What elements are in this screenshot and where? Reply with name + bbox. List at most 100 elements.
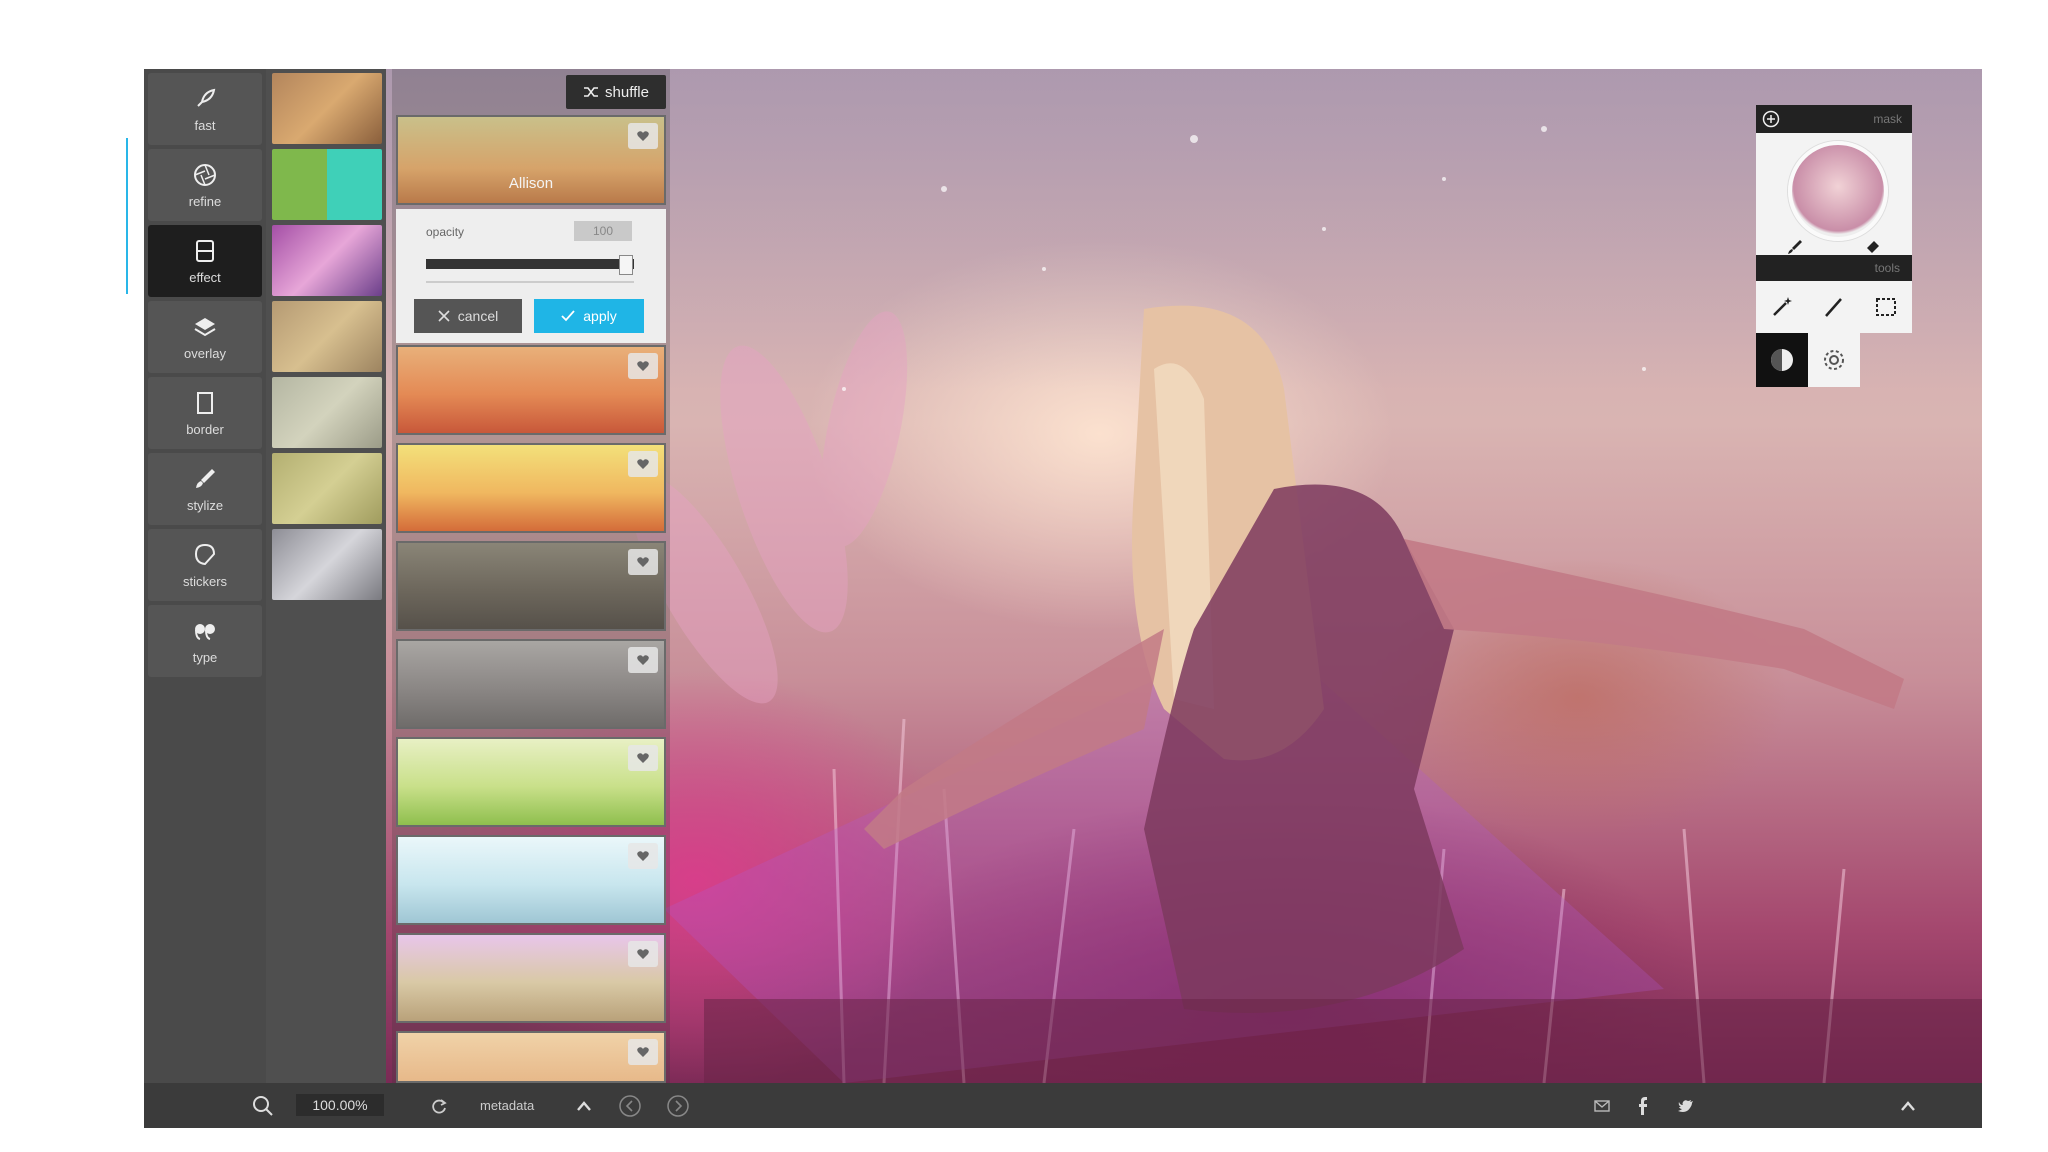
apply-button[interactable]: apply: [534, 299, 644, 333]
search-icon: [253, 1095, 273, 1116]
chevron-left-circle-icon: [619, 1094, 641, 1117]
zoom-level[interactable]: 100.00%: [296, 1094, 384, 1116]
heart-icon: [637, 753, 649, 763]
divider: [426, 281, 634, 283]
overlay-thumbnail[interactable]: [272, 73, 382, 144]
brush-icon[interactable]: [1787, 239, 1803, 255]
rail-item-overlay[interactable]: overlay: [148, 301, 262, 373]
rail-label: refine: [188, 193, 222, 209]
mask-preview[interactable]: [1788, 141, 1888, 241]
filter-settings-panel: opacity 100 cancel apply: [396, 209, 666, 343]
overlay-thumbnail-column: [266, 69, 386, 1083]
opacity-slider-track[interactable]: [426, 259, 634, 269]
mask-settings-button[interactable]: [1808, 333, 1860, 387]
rail-item-stylize[interactable]: stylize: [148, 453, 262, 525]
metadata-label[interactable]: metadata: [480, 1083, 534, 1128]
rocket-icon: [197, 88, 216, 107]
cancel-label: cancel: [457, 308, 499, 324]
rail-label: stickers: [182, 573, 228, 589]
favorite-button[interactable]: [628, 941, 658, 967]
overlay-thumbnail[interactable]: [272, 529, 382, 600]
rail-item-effect[interactable]: effect: [148, 225, 262, 297]
tools-header: tools: [1756, 255, 1912, 281]
mask-preview-area: [1756, 133, 1912, 255]
frame-icon: [197, 391, 213, 414]
email-share-button[interactable]: [1594, 1083, 1610, 1128]
favorite-button[interactable]: [628, 843, 658, 869]
zoom-button[interactable]: [252, 1083, 274, 1128]
tools-row: [1756, 281, 1912, 333]
heart-icon: [637, 949, 649, 959]
sticker-icon: [194, 543, 216, 565]
filter-tile[interactable]: [396, 443, 666, 533]
rail-item-border[interactable]: border: [148, 377, 262, 449]
favorite-button[interactable]: [628, 549, 658, 575]
tools-row-2: [1756, 333, 1912, 387]
overlay-thumbnail[interactable]: [272, 149, 382, 220]
overlay-thumbnail[interactable]: [272, 225, 382, 296]
filter-tile[interactable]: [396, 541, 666, 631]
mask-tool-row: [1756, 237, 1912, 257]
heart-icon: [637, 131, 649, 141]
accent-line: [126, 138, 128, 294]
rail-item-type[interactable]: type: [148, 605, 262, 677]
expand-panel-button[interactable]: [1900, 1083, 1916, 1128]
rotate-icon: [432, 1098, 447, 1113]
pen-icon[interactable]: [1822, 295, 1846, 319]
rotate-button[interactable]: [430, 1083, 448, 1128]
bottom-toolbar: 100.00% metadata: [144, 1083, 1982, 1128]
close-icon: [438, 310, 450, 322]
filter-tile[interactable]: [396, 1031, 666, 1083]
next-button[interactable]: [666, 1083, 690, 1128]
eraser-icon[interactable]: [1865, 239, 1881, 255]
heart-icon: [637, 851, 649, 861]
rail-label: type: [192, 649, 218, 665]
overlay-thumbnail[interactable]: [272, 301, 382, 372]
shuffle-button[interactable]: shuffle: [566, 75, 666, 109]
filter-tile[interactable]: [396, 639, 666, 729]
twitter-icon: [1678, 1099, 1693, 1112]
heart-icon: [637, 1047, 649, 1057]
photo-editor-window: fast refine effect overlay border styliz…: [144, 69, 1982, 1128]
chevron-up-icon: [1901, 1100, 1915, 1111]
favorite-button[interactable]: [628, 451, 658, 477]
layers-icon: [194, 317, 216, 336]
favorite-button[interactable]: [628, 123, 658, 149]
favorite-button[interactable]: [628, 353, 658, 379]
chevron-up-icon: [577, 1100, 591, 1111]
filter-tile[interactable]: [396, 345, 666, 435]
apply-label: apply: [583, 308, 617, 324]
facebook-share-button[interactable]: [1638, 1083, 1648, 1128]
rail-item-refine[interactable]: refine: [148, 149, 262, 221]
metadata-expand-button[interactable]: [576, 1083, 592, 1128]
favorite-button[interactable]: [628, 1039, 658, 1065]
quote-icon: [195, 623, 215, 640]
filter-tile-selected[interactable]: Allison: [396, 115, 666, 205]
selection-icon[interactable]: [1874, 295, 1898, 319]
check-icon: [561, 310, 575, 322]
overlay-thumbnail[interactable]: [272, 453, 382, 524]
gear-icon: [1824, 350, 1844, 370]
favorite-button[interactable]: [628, 647, 658, 673]
previous-button[interactable]: [618, 1083, 642, 1128]
filter-tile[interactable]: [396, 737, 666, 827]
filter-tile[interactable]: [396, 933, 666, 1023]
invert-button[interactable]: [1756, 333, 1808, 387]
cancel-button[interactable]: cancel: [414, 299, 522, 333]
opacity-label: opacity: [426, 225, 465, 239]
opacity-value[interactable]: 100: [574, 221, 632, 241]
rail-item-fast[interactable]: fast: [148, 73, 262, 145]
overlay-thumbnail[interactable]: [272, 377, 382, 448]
favorite-button[interactable]: [628, 745, 658, 771]
chevron-right-circle-icon: [667, 1094, 689, 1117]
filter-tile[interactable]: [396, 835, 666, 925]
add-icon[interactable]: [1762, 110, 1780, 128]
heart-icon: [637, 655, 649, 665]
shuffle-label: shuffle: [605, 83, 649, 101]
opacity-slider-handle[interactable]: [618, 255, 633, 275]
twitter-share-button[interactable]: [1678, 1083, 1694, 1128]
heart-icon: [637, 459, 649, 469]
magic-wand-icon[interactable]: [1770, 295, 1794, 319]
rail-item-stickers[interactable]: stickers: [148, 529, 262, 601]
tools-header-label: tools: [1874, 261, 1900, 275]
